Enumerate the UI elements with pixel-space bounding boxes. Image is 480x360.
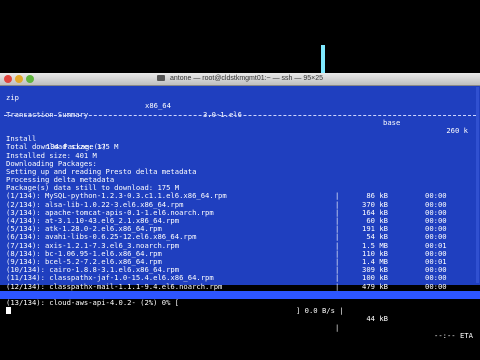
terminal-scrollbar[interactable]: [476, 87, 479, 283]
download-time: 00:00: [425, 281, 447, 291]
screen-cursor-bar: [321, 45, 325, 75]
prompt-line[interactable]: [0, 299, 480, 315]
window-titlebar[interactable]: antone — root@cldstkmgmt01:~ — ssh — 95×…: [0, 73, 480, 86]
current-download-size: 44 kB: [366, 314, 388, 324]
text-cursor-icon: [6, 307, 11, 315]
install-line: Install 134 Package(s): [0, 127, 480, 151]
column-divider: |: [335, 322, 340, 332]
terminal-window[interactable]: antone — root@cldstkmgmt01:~ — ssh — 95×…: [0, 73, 480, 339]
window-title: antone — root@cldstkmgmt01:~ — ssh — 95×…: [169, 75, 323, 82]
column-divider: |: [335, 281, 340, 291]
current-download-line: (13/134): cloud-aws-api-4.0.2- (2%) 0% […: [0, 290, 480, 339]
separator-rule: [4, 114, 476, 116]
terminal-output[interactable]: zip x86_64 3.0-1.el6 base 260 k Transact…: [0, 86, 480, 339]
separator: [0, 111, 480, 119]
summary-title: Transaction Summary: [0, 102, 480, 118]
current-download-eta: --:-- ETA: [434, 330, 473, 340]
package-line: zip x86_64 3.0-1.el6 base 260 k: [0, 86, 480, 134]
window-title-area: antone — root@cldstkmgmt01:~ — ssh — 95×…: [0, 73, 480, 85]
download-list: (1/134): MySQL-python-1.2.3-0.3.c1.1.el6…: [0, 192, 480, 290]
download-name: (12/134): classpathx-mail-1.1.1-9.4.el6.…: [6, 281, 223, 291]
home-folder-icon: [157, 75, 166, 81]
download-size: 479 kB: [362, 281, 388, 291]
current-download-rate: ] 0.0 B/s |: [296, 306, 344, 316]
download-row: (12/134): classpathx-mail-1.1.1-9.4.el6.…: [0, 281, 480, 291]
